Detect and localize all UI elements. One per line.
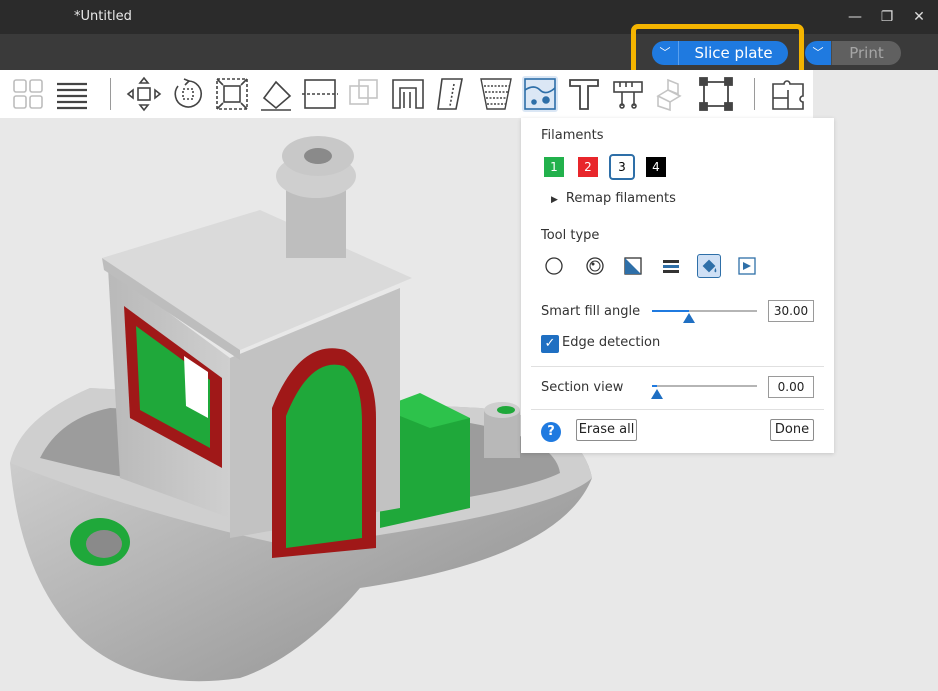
place-on-face-icon[interactable]	[258, 76, 294, 112]
panel-divider	[531, 409, 824, 410]
sphere-brush-icon[interactable]	[583, 254, 607, 278]
slice-dropdown-arrow[interactable]: ﹀	[652, 41, 678, 65]
fuzzy-skin-icon[interactable]	[478, 76, 514, 112]
tool-type-label: Tool type	[541, 228, 600, 243]
remap-filaments-label: Remap filaments	[565, 191, 676, 206]
triangle-right-icon: ▶	[551, 195, 558, 205]
section-view-label: Section view	[541, 380, 624, 395]
panel-divider	[531, 366, 824, 367]
window-title: *Untitled	[74, 9, 132, 24]
minimize-button[interactable]: —	[844, 7, 866, 27]
smart-fill-angle-input[interactable]: 30.00	[768, 300, 814, 322]
text-icon[interactable]	[566, 76, 602, 112]
edge-detection-checkbox[interactable]: ✓	[541, 335, 559, 353]
height-range-icon[interactable]	[659, 254, 683, 278]
section-view-slider-thumb[interactable]	[651, 389, 664, 399]
filament-3-swatch[interactable]: 3	[609, 154, 635, 180]
print-dropdown-arrow[interactable]: ﹀	[805, 41, 831, 65]
section-view-input[interactable]: 0.00	[768, 376, 814, 398]
fill-bucket-icon[interactable]	[697, 254, 721, 278]
slice-plate-button[interactable]: Slice plate	[678, 41, 788, 65]
triangle-brush-icon[interactable]	[621, 254, 645, 278]
layers-list-icon[interactable]	[54, 76, 90, 112]
smart-fill-angle-label: Smart fill angle	[541, 304, 641, 319]
filament-1-swatch[interactable]: 1	[544, 157, 564, 177]
help-icon[interactable]: ?	[541, 422, 561, 442]
tool-strip	[0, 70, 813, 118]
toolbar-separator	[754, 78, 755, 110]
mesh-repair-icon[interactable]	[698, 76, 734, 112]
circle-brush-icon[interactable]	[542, 254, 566, 278]
assembly-icon[interactable]	[654, 76, 690, 112]
arrange-icon[interactable]	[10, 76, 46, 112]
toolbar-separator	[110, 78, 111, 110]
cut-icon[interactable]	[302, 76, 338, 112]
support-paint-icon[interactable]	[390, 76, 426, 112]
restore-button[interactable]: ❐	[876, 7, 898, 27]
seam-paint-icon[interactable]	[434, 76, 470, 112]
filament-2-swatch[interactable]: 2	[578, 157, 598, 177]
gap-fill-icon[interactable]	[735, 254, 759, 278]
remap-filaments-toggle[interactable]: ▶ Remap filaments	[551, 191, 676, 206]
color-paint-panel: Filaments 1 2 3 4 ▶ Remap filaments Tool …	[521, 118, 834, 453]
smart-fill-angle-slider-thumb[interactable]	[682, 313, 695, 323]
done-button[interactable]: Done	[770, 419, 814, 441]
edge-detection-label: Edge detection	[562, 335, 661, 350]
scale-icon[interactable]	[214, 76, 250, 112]
erase-all-button[interactable]: Erase all	[576, 419, 637, 441]
move-icon[interactable]	[126, 76, 162, 112]
section-view-slider[interactable]	[652, 385, 757, 387]
filaments-label: Filaments	[541, 128, 604, 143]
print-button[interactable]: Print	[831, 41, 901, 65]
split-parts-icon[interactable]	[770, 76, 806, 112]
filament-4-swatch[interactable]: 4	[646, 157, 666, 177]
smart-fill-angle-slider-fill	[652, 310, 689, 312]
color-paint-icon[interactable]	[522, 76, 558, 112]
section-view-slider-fill	[652, 385, 658, 387]
boolean-icon[interactable]	[346, 76, 382, 112]
rotate-icon[interactable]	[170, 76, 206, 112]
measure-icon[interactable]	[610, 76, 646, 112]
close-button[interactable]: ✕	[908, 7, 930, 27]
